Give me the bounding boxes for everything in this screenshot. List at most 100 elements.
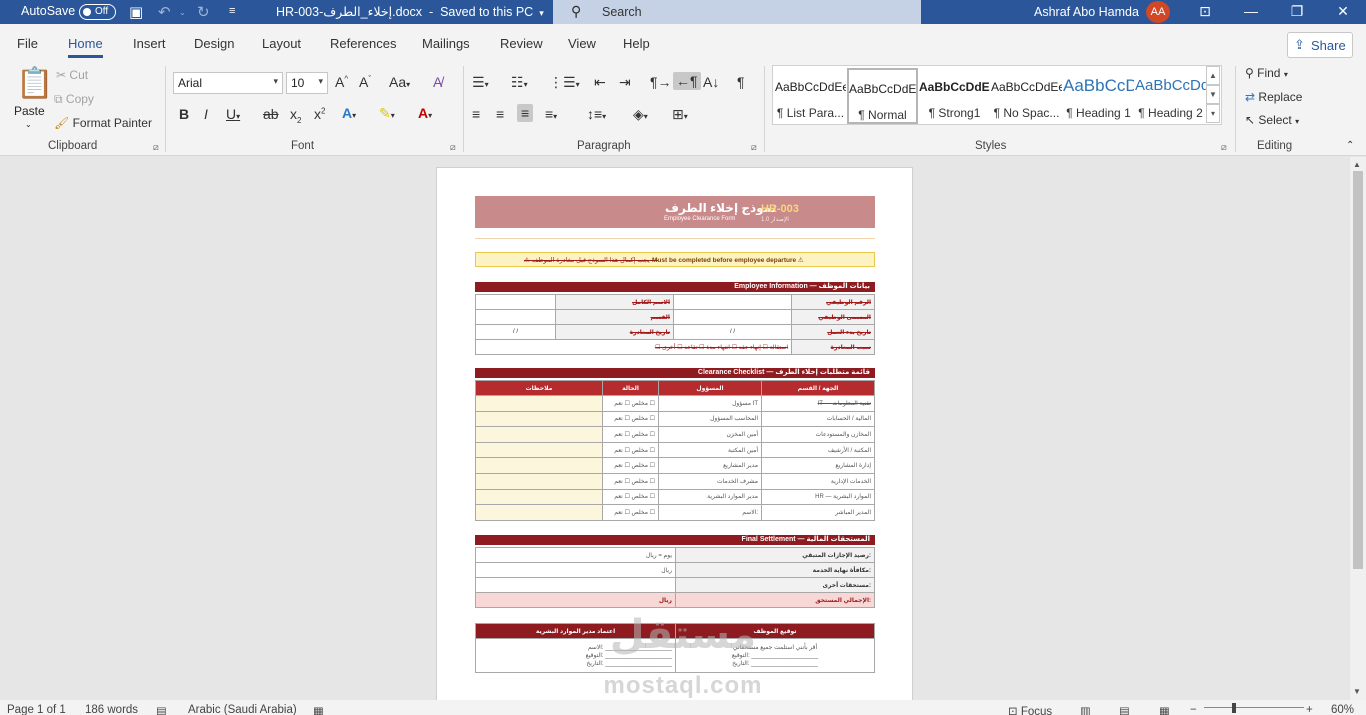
highlight-icon[interactable]: ✎▾ bbox=[379, 105, 395, 122]
zoom-out-icon[interactable]: − bbox=[1190, 704, 1197, 715]
proofing-icon[interactable]: ▤ bbox=[156, 704, 167, 715]
status-cell[interactable]: مخلص ☐ نعم ☐ bbox=[602, 426, 659, 443]
save-icon[interactable]: ▣ bbox=[129, 3, 143, 21]
strikethrough-icon[interactable]: ab bbox=[263, 106, 279, 122]
notes-cell[interactable] bbox=[475, 441, 603, 459]
date-cell[interactable]: / / bbox=[475, 324, 556, 340]
sort-icon[interactable]: A↓ bbox=[703, 74, 719, 90]
shading-icon[interactable]: ◈▾ bbox=[633, 106, 648, 123]
reason-options[interactable]: ☐ استقالة ☐ إنهاء عقد ☐ انتهاء مدة ☐ تقا… bbox=[475, 339, 792, 355]
bullets-icon[interactable]: ☰▾ bbox=[472, 74, 489, 91]
styles-scroll-down-icon[interactable]: ▼ bbox=[1206, 85, 1220, 104]
user-name[interactable]: Ashraf Abo Hamda bbox=[1034, 5, 1139, 19]
ltr-direction-icon[interactable]: ¶→ bbox=[650, 74, 672, 90]
multilevel-list-icon[interactable]: ⋮☰▾ bbox=[549, 74, 580, 91]
format-painter-button[interactable]: 🖌 Format Painter bbox=[54, 116, 152, 130]
notes-cell[interactable] bbox=[475, 410, 603, 428]
paste-button[interactable]: 📋 Paste ⌄ bbox=[10, 66, 53, 132]
language[interactable]: Arabic (Saudi Arabia) bbox=[188, 704, 297, 715]
shrink-font-icon[interactable]: Aˇ bbox=[359, 74, 371, 90]
find-button[interactable]: ⚲ Find ▾ bbox=[1245, 66, 1288, 80]
line-spacing-icon[interactable]: ↕≡▾ bbox=[587, 106, 606, 122]
scroll-thumb[interactable] bbox=[1353, 171, 1363, 569]
print-layout-icon[interactable]: ▤ bbox=[1119, 704, 1130, 715]
avatar[interactable]: AA bbox=[1146, 1, 1170, 23]
accessibility-icon[interactable]: ▦ bbox=[313, 704, 324, 715]
notes-cell[interactable] bbox=[475, 426, 603, 443]
value-cell[interactable]: ريال bbox=[475, 592, 676, 608]
increase-indent-icon[interactable]: ⇥ bbox=[619, 74, 631, 91]
underline-icon[interactable]: U▾ bbox=[226, 106, 240, 122]
style-heading-1[interactable]: AaBbCcDdEe ¶ Heading 1 bbox=[1063, 68, 1134, 124]
tab-file[interactable]: File bbox=[17, 36, 38, 51]
undo-dropdown-icon[interactable]: ⌄ bbox=[179, 8, 186, 17]
style-no-spacing[interactable]: AaBbCcDdEe ¶ No Spac... bbox=[991, 68, 1062, 124]
collapse-ribbon-icon[interactable]: ⌃ bbox=[1346, 140, 1354, 151]
align-right-icon[interactable]: ≡ bbox=[517, 104, 534, 122]
paragraph-launcher-icon[interactable]: ⧄ bbox=[751, 142, 757, 153]
zoom-slider[interactable] bbox=[1204, 707, 1304, 708]
show-formatting-icon[interactable]: ¶ bbox=[737, 74, 745, 90]
font-launcher-icon[interactable]: ⧄ bbox=[450, 142, 456, 153]
value-cell[interactable] bbox=[475, 577, 676, 593]
search-box[interactable]: ⚲ Search bbox=[553, 0, 921, 24]
tab-help[interactable]: Help bbox=[623, 36, 650, 51]
tab-mailings[interactable]: Mailings bbox=[422, 36, 470, 51]
zoom-slider-handle[interactable] bbox=[1232, 703, 1236, 713]
change-case-icon[interactable]: Aa▾ bbox=[389, 74, 410, 90]
cut-button[interactable]: ✂ Cut bbox=[56, 68, 88, 82]
bold-icon[interactable]: B bbox=[179, 106, 189, 122]
focus-button[interactable]: ⊡ Focus bbox=[1008, 704, 1052, 715]
style-list-paragraph[interactable]: AaBbCcDdEe ¶ List Para... bbox=[775, 68, 846, 124]
customize-qat-icon[interactable]: ≡ bbox=[229, 5, 235, 17]
status-cell[interactable]: مخلص ☐ نعم ☐ bbox=[602, 457, 659, 474]
zoom-level[interactable]: 60% bbox=[1331, 704, 1354, 715]
font-name-select[interactable]: Arial ▾ bbox=[173, 72, 283, 94]
read-mode-icon[interactable]: ▥ bbox=[1080, 704, 1091, 715]
select-button[interactable]: ↖ Select ▾ bbox=[1245, 113, 1299, 127]
notes-cell[interactable] bbox=[475, 457, 603, 474]
input-cell[interactable] bbox=[673, 294, 792, 310]
notes-cell[interactable] bbox=[475, 504, 603, 521]
clipboard-launcher-icon[interactable]: ⧄ bbox=[153, 142, 159, 153]
superscript-icon[interactable]: x2 bbox=[314, 106, 325, 122]
word-count[interactable]: 186 words bbox=[85, 704, 138, 715]
value-cell[interactable]: يوم = ريال bbox=[475, 547, 676, 563]
scroll-up-icon[interactable]: ▲ bbox=[1353, 160, 1361, 169]
minimize-icon[interactable]: — bbox=[1228, 0, 1274, 24]
input-cell[interactable] bbox=[673, 309, 792, 325]
status-cell[interactable]: مخلص ☐ نعم ☐ bbox=[602, 441, 659, 459]
copy-button[interactable]: ⧉ Copy bbox=[54, 92, 94, 107]
restore-icon[interactable]: ❐ bbox=[1274, 0, 1320, 24]
scroll-down-icon[interactable]: ▼ bbox=[1353, 687, 1361, 696]
tab-layout[interactable]: Layout bbox=[262, 36, 301, 51]
styles-scroll-up-icon[interactable]: ▲ bbox=[1206, 66, 1220, 85]
styles-more-icon[interactable]: ▾ bbox=[1206, 104, 1220, 123]
styles-launcher-icon[interactable]: ⧄ bbox=[1221, 142, 1227, 153]
italic-icon[interactable]: I bbox=[204, 106, 208, 122]
style-heading-2[interactable]: AaBbCcDdEe ¶ Heading 2 bbox=[1135, 68, 1206, 124]
notes-cell[interactable] bbox=[475, 395, 603, 412]
clear-formatting-icon[interactable]: A̸ bbox=[433, 74, 442, 90]
justify-icon[interactable]: ≡▾ bbox=[545, 106, 557, 122]
tab-design[interactable]: Design bbox=[194, 36, 234, 51]
align-center-icon[interactable]: ≡ bbox=[496, 106, 504, 122]
tab-home[interactable]: Home bbox=[68, 36, 103, 58]
status-cell[interactable]: مخلص ☐ نعم ☐ bbox=[602, 488, 659, 506]
font-color-icon[interactable]: A▾ bbox=[418, 105, 432, 121]
value-cell[interactable]: ريال bbox=[475, 562, 676, 578]
tab-insert[interactable]: Insert bbox=[133, 36, 166, 51]
document-title[interactable]: HR-003-إخلاء_الطرف.docx - Saved to this … bbox=[276, 4, 544, 19]
input-cell[interactable] bbox=[475, 309, 556, 325]
grow-font-icon[interactable]: A^ bbox=[335, 74, 348, 90]
numbering-icon[interactable]: ☷▾ bbox=[511, 74, 528, 91]
zoom-in-icon[interactable]: + bbox=[1306, 704, 1313, 715]
align-left-icon[interactable]: ≡ bbox=[472, 106, 480, 122]
status-cell[interactable]: مخلص ☐ نعم ☐ bbox=[602, 395, 659, 412]
vertical-scrollbar[interactable]: ▲ ▼ bbox=[1350, 157, 1366, 700]
share-button[interactable]: ⇪ Share bbox=[1287, 32, 1353, 58]
ribbon-display-icon[interactable]: ⊡ bbox=[1182, 0, 1228, 24]
status-cell[interactable]: مخلص ☐ نعم ☐ bbox=[602, 504, 659, 521]
close-icon[interactable]: ✕ bbox=[1320, 0, 1366, 24]
text-effects-icon[interactable]: A▾ bbox=[342, 105, 356, 121]
